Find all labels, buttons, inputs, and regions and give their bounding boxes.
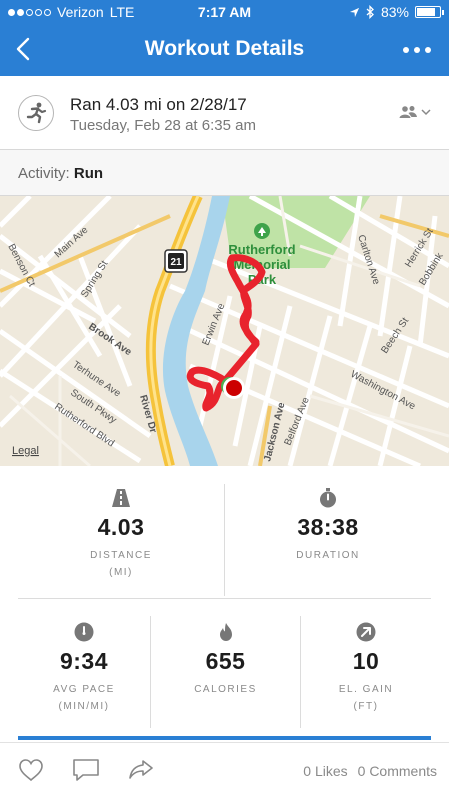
stat-avg-pace: 9:34 AVG PACE (MIN/MI)	[18, 622, 150, 712]
stat-distance: 4.03 DISTANCE (MI)	[18, 488, 224, 578]
distance-value: 4.03	[97, 514, 145, 540]
route-21-shield: 21	[164, 249, 188, 273]
elevation-value: 10	[352, 648, 380, 674]
speedometer-icon	[74, 622, 94, 642]
more-dots-icon	[403, 47, 409, 53]
workout-date: Tuesday, Feb 28 at 6:35 am	[70, 117, 256, 134]
status-right: 83%	[349, 4, 444, 20]
avg-pace-value: 9:34	[59, 648, 109, 674]
stat-duration: 38:38 DURATION	[225, 488, 431, 561]
duration-value: 38:38	[297, 514, 359, 540]
runner-icon	[18, 95, 54, 131]
activity-row: Activity: Run	[0, 150, 449, 196]
activity-label: Activity: Run	[18, 165, 103, 182]
comments-count[interactable]: 0 Comments	[358, 763, 437, 779]
workout-title: Ran 4.03 mi on 2/28/17	[70, 95, 247, 114]
comment-button[interactable]	[72, 758, 100, 784]
calories-value: 655	[205, 648, 246, 674]
page-title: Workout Details	[144, 37, 305, 60]
social-bar: 0 Likes 0 Comments	[0, 742, 449, 800]
more-button[interactable]	[401, 38, 433, 62]
chevron-down-icon	[421, 109, 431, 116]
map-canvas: 21 Rutherford Memorial Park Main Ave Ben…	[0, 196, 449, 466]
share-button[interactable]	[128, 758, 156, 784]
svg-text:21: 21	[170, 257, 182, 268]
stat-elevation: 10 EL. GAIN (FT)	[301, 622, 431, 712]
like-button[interactable]	[18, 758, 46, 784]
duration-label: DURATION	[296, 550, 360, 561]
status-bar: Verizon LTE 7:17 AM 83%	[0, 0, 449, 24]
battery-percent: 83%	[380, 4, 409, 20]
stats-row-divider	[18, 598, 431, 599]
map-legal-link: Legal	[12, 445, 39, 457]
park-tree-icon	[254, 223, 270, 239]
avg-pace-label: AVG PACE	[53, 684, 115, 695]
heart-icon	[19, 759, 43, 782]
flame-icon	[219, 623, 232, 641]
bluetooth-icon	[366, 5, 374, 19]
elevation-unit: (FT)	[353, 701, 379, 712]
elevation-arrow-icon	[356, 622, 376, 642]
stats-panel: 4.03 DISTANCE (MI) 38:38 DURATION 9:34 A…	[0, 466, 449, 736]
workout-header: Ran 4.03 mi on 2/28/17 Tuesday, Feb 28 a…	[0, 76, 449, 150]
calories-label: CALORIES	[194, 684, 257, 695]
avg-pace-unit: (MIN/MI)	[58, 701, 110, 712]
friends-privacy-icon	[399, 106, 417, 118]
battery-icon	[415, 6, 444, 18]
social-counts: 0 Likes 0 Comments	[303, 763, 437, 779]
route-map[interactable]: 21 Rutherford Memorial Park Main Ave Ben…	[0, 196, 449, 466]
share-icon	[129, 760, 153, 779]
road-icon	[112, 489, 130, 507]
activity-value: Run	[73, 165, 104, 182]
likes-count[interactable]: 0 Likes	[303, 763, 347, 779]
section-accent-strip	[18, 736, 431, 740]
location-arrow-icon	[349, 7, 360, 17]
privacy-selector[interactable]	[399, 105, 431, 119]
distance-unit: (MI)	[109, 567, 133, 578]
nav-bar: Workout Details	[0, 24, 449, 76]
stopwatch-icon	[320, 488, 336, 508]
comment-icon	[73, 759, 99, 781]
distance-label: DISTANCE	[90, 550, 152, 561]
activity-prefix: Activity:	[18, 165, 70, 182]
elevation-label: EL. GAIN	[338, 684, 394, 695]
stat-calories: 655 CALORIES	[151, 622, 300, 695]
